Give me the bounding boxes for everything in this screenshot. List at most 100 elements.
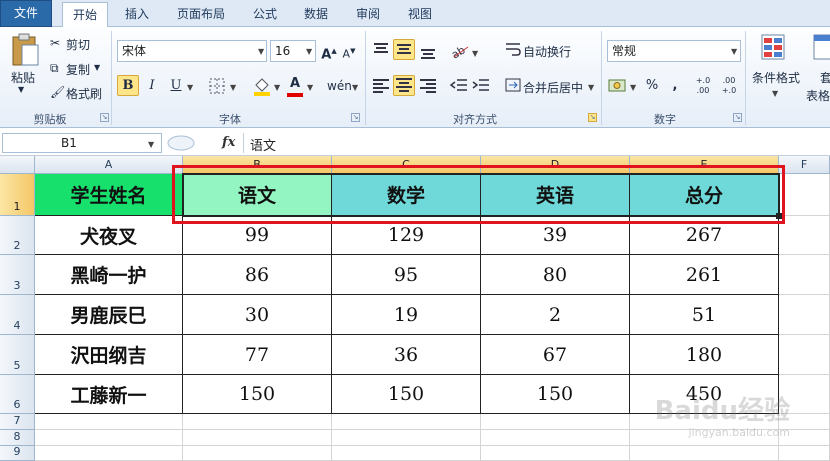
format-painter-icon[interactable]: 🖌 [50, 85, 65, 99]
font-color-button[interactable]: A [284, 73, 306, 94]
font-name-select[interactable]: 宋体 [117, 40, 267, 62]
table-header-cell[interactable]: 语文 [183, 174, 332, 216]
cut-icon[interactable]: ✂ [50, 36, 60, 50]
align-middle-button[interactable] [393, 39, 415, 60]
copy-dropdown-icon[interactable]: ▼ [94, 63, 100, 72]
column-header-a[interactable]: A [35, 156, 183, 174]
table-cell[interactable]: 30 [183, 295, 332, 335]
italic-button[interactable]: I [141, 75, 163, 96]
align-right-icon[interactable] [419, 77, 437, 93]
insert-function-icon[interactable]: fx [222, 135, 235, 150]
empty-cell[interactable] [35, 430, 183, 446]
empty-cell[interactable] [332, 446, 481, 461]
tab-formulas[interactable]: 公式 [244, 2, 286, 27]
copy-button[interactable]: 复制 [66, 61, 90, 78]
shrink-font-button[interactable]: A▼ [338, 40, 360, 61]
table-header-cell[interactable]: 学生姓名 [35, 174, 183, 216]
orientation-dropdown-icon[interactable]: ▼ [472, 49, 478, 58]
number-format-dropdown-icon[interactable]: ▼ [731, 47, 737, 56]
tab-review[interactable]: 审阅 [346, 2, 390, 27]
table-cell[interactable]: 80 [481, 255, 630, 295]
row-header-7[interactable]: 7 [0, 414, 35, 430]
percent-button[interactable]: % [641, 75, 663, 96]
row-header-4[interactable]: 4 [0, 295, 35, 335]
increase-decimal-button[interactable]: +.0 .00 [692, 75, 714, 96]
table-header-cell[interactable]: 总分 [630, 174, 779, 216]
table-format-button[interactable]: 套 [820, 69, 830, 86]
format-painter-button[interactable]: 格式刷 [66, 85, 102, 102]
font-name-dropdown-icon[interactable]: ▼ [258, 47, 264, 56]
tab-page-layout[interactable]: 页面布局 [166, 2, 236, 27]
currency-dropdown-icon[interactable]: ▼ [630, 83, 636, 92]
row-header-6[interactable]: 6 [0, 375, 35, 414]
row-header-1[interactable]: 1 [0, 174, 35, 216]
table-cell[interactable]: 180 [630, 335, 779, 375]
empty-cell[interactable] [35, 446, 183, 461]
empty-cell[interactable] [481, 414, 630, 430]
empty-cell[interactable] [779, 335, 830, 375]
empty-cell[interactable] [183, 414, 332, 430]
table-header-cell[interactable]: 数学 [332, 174, 481, 216]
select-all-corner[interactable] [0, 156, 35, 174]
table-header-cell[interactable]: 英语 [481, 174, 630, 216]
fill-handle[interactable] [776, 213, 782, 219]
clipboard-launcher-icon[interactable]: ↘ [100, 113, 109, 122]
number-launcher-icon[interactable]: ↘ [733, 113, 742, 122]
fill-color-icon[interactable] [252, 75, 272, 97]
row-header-3[interactable]: 3 [0, 255, 35, 295]
conditional-format-icon[interactable] [760, 33, 788, 65]
alignment-launcher-icon[interactable]: ↘ [588, 113, 597, 122]
empty-cell[interactable] [481, 430, 630, 446]
tab-file[interactable]: 文件 [0, 0, 52, 27]
comma-style-button[interactable]: , [664, 75, 686, 96]
fill-color-dropdown-icon[interactable]: ▼ [274, 83, 280, 92]
currency-icon[interactable] [608, 77, 628, 93]
empty-cell[interactable] [183, 446, 332, 461]
empty-cell[interactable] [779, 446, 830, 461]
column-header-b[interactable]: B [183, 156, 332, 174]
grow-font-button[interactable]: A▲ [318, 40, 340, 62]
paste-icon[interactable] [10, 33, 40, 67]
column-header-d[interactable]: D [481, 156, 630, 174]
table-cell[interactable]: 95 [332, 255, 481, 295]
conditional-format-button[interactable]: 条件格式 [752, 69, 800, 86]
table-cell-name[interactable]: 沢田纲吉 [35, 335, 183, 375]
border-icon[interactable] [208, 77, 226, 95]
font-color-dropdown-icon[interactable]: ▼ [307, 83, 313, 92]
merge-center-button[interactable]: 合并后居中 [523, 79, 583, 96]
conditional-format-dropdown-icon[interactable]: ▼ [772, 89, 778, 98]
table-cell[interactable]: 77 [183, 335, 332, 375]
tab-view[interactable]: 视图 [398, 2, 442, 27]
empty-cell[interactable] [779, 295, 830, 335]
tab-insert[interactable]: 插入 [116, 2, 158, 27]
table-format-icon[interactable] [812, 33, 830, 65]
row-header-2[interactable]: 2 [0, 216, 35, 255]
wrap-text-icon[interactable] [505, 41, 521, 57]
copy-icon[interactable]: ⧉ [50, 61, 59, 76]
table-cell[interactable]: 129 [332, 216, 481, 255]
table-cell[interactable]: 150 [332, 375, 481, 414]
border-dropdown-icon[interactable]: ▼ [230, 83, 236, 92]
table-cell[interactable]: 261 [630, 255, 779, 295]
formula-bar-resize-icon[interactable] [166, 134, 196, 152]
table-cell[interactable]: 19 [332, 295, 481, 335]
tab-home[interactable]: 开始 [62, 2, 108, 28]
column-header-f[interactable]: F [779, 156, 830, 174]
font-size-dropdown-icon[interactable]: ▼ [306, 47, 312, 56]
empty-cell[interactable] [779, 174, 830, 216]
table-cell[interactable]: 67 [481, 335, 630, 375]
table-cell[interactable]: 39 [481, 216, 630, 255]
table-cell-name[interactable]: 工藤新一 [35, 375, 183, 414]
underline-button[interactable]: U [165, 75, 187, 96]
orientation-icon[interactable]: ab [450, 41, 470, 59]
table-cell[interactable]: 51 [630, 295, 779, 335]
align-top-icon[interactable] [372, 41, 390, 57]
table-cell-name[interactable]: 男鹿辰巳 [35, 295, 183, 335]
empty-cell[interactable] [332, 430, 481, 446]
cut-button[interactable]: 剪切 [66, 36, 90, 53]
row-header-5[interactable]: 5 [0, 335, 35, 375]
table-cell-name[interactable]: 犬夜叉 [35, 216, 183, 255]
align-bottom-icon[interactable] [419, 43, 437, 59]
empty-cell[interactable] [630, 446, 779, 461]
row-header-9[interactable]: 9 [0, 445, 35, 461]
